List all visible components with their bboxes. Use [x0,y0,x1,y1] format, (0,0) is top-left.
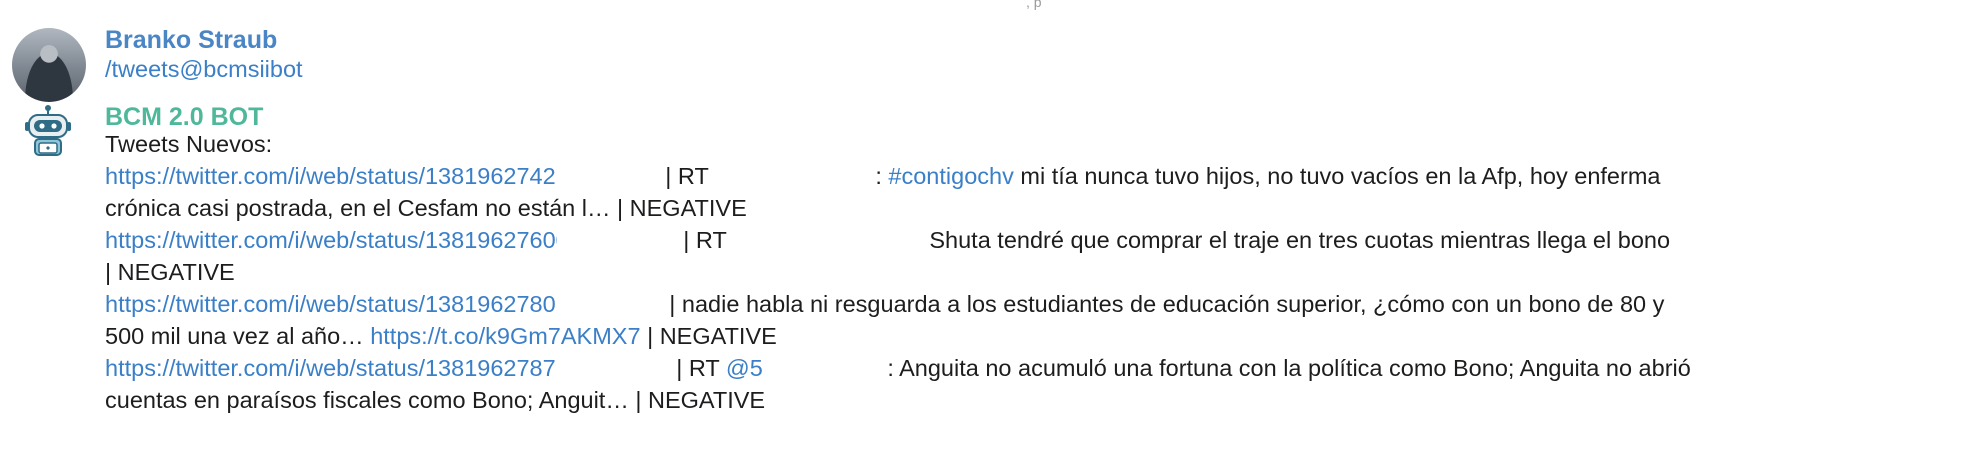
tweet-line: https://twitter.com/i/web/status/1381962… [105,160,1965,192]
tweet-line: https://twitter.com/i/web/status/1381962… [105,288,1965,320]
tweet-link[interactable]: https://twitter.com/i/web/status/1381962… [105,355,556,381]
redaction [554,288,663,316]
redaction [555,352,670,380]
tweet-line: | NEGATIVE [105,259,235,285]
rt-label: | RT [676,355,720,381]
redaction [726,224,923,252]
message-text: /tweets@bcmsiibot [105,53,1965,85]
mention-link[interactable]: @5 [726,355,763,381]
tweet-link[interactable]: https://twitter.com/i/web/status/1381962… [105,291,569,317]
tweet-line: crónica casi postrada, en el Cesfam no e… [105,195,747,221]
command-link[interactable]: /tweets@bcmsiibot [105,56,303,82]
rt-label: | RT [665,163,709,189]
tweet-line: https://twitter.com/i/web/status/1381962… [105,352,1965,384]
top-sliver-text: , p [1026,0,1042,10]
tweet-text: mi tía nunca tuvo hijos, no tuvo vacíos … [1020,163,1661,189]
redaction [554,160,659,188]
tweet-line: https://twitter.com/i/web/status/1381962… [105,224,1965,256]
hashtag-link[interactable]: #contigochv [888,163,1013,189]
sender-name[interactable]: Branko Straub [105,25,277,55]
intro-line: Tweets Nuevos: [105,131,273,157]
message-body: Tweets Nuevos: https://twitter.com/i/web… [105,128,1965,416]
sentiment-label: | NEGATIVE [647,323,777,349]
tweet-text: : Anguita no acumuló una fortuna con la … [887,355,1691,381]
tweet-line: 500 mil una vez al año… https://t.co/k9G… [105,320,1965,352]
redaction [556,224,677,252]
short-link[interactable]: https://t.co/k9Gm7AKMX7 [370,323,640,349]
robot-icon[interactable] [20,104,76,160]
top-sliver: , p [0,0,1974,10]
tweet-line: cuentas en paraísos fiscales como Bono; … [105,387,766,413]
tweet-link[interactable]: https://twitter.com/i/web/status/1381962… [105,163,569,189]
redaction [762,352,881,380]
pre-text: : [875,163,882,189]
tweet-text: | nadie habla ni resguarda a los estudia… [669,291,1665,317]
rt-label: | RT [683,227,727,253]
tweet-link[interactable]: https://twitter.com/i/web/status/1381962… [105,227,569,253]
avatar[interactable] [12,28,86,102]
redaction [708,160,869,188]
tweet-text: Shuta tendré que comprar el traje en tre… [929,227,1671,253]
tweet-text: 500 mil una vez al año… [105,323,364,349]
